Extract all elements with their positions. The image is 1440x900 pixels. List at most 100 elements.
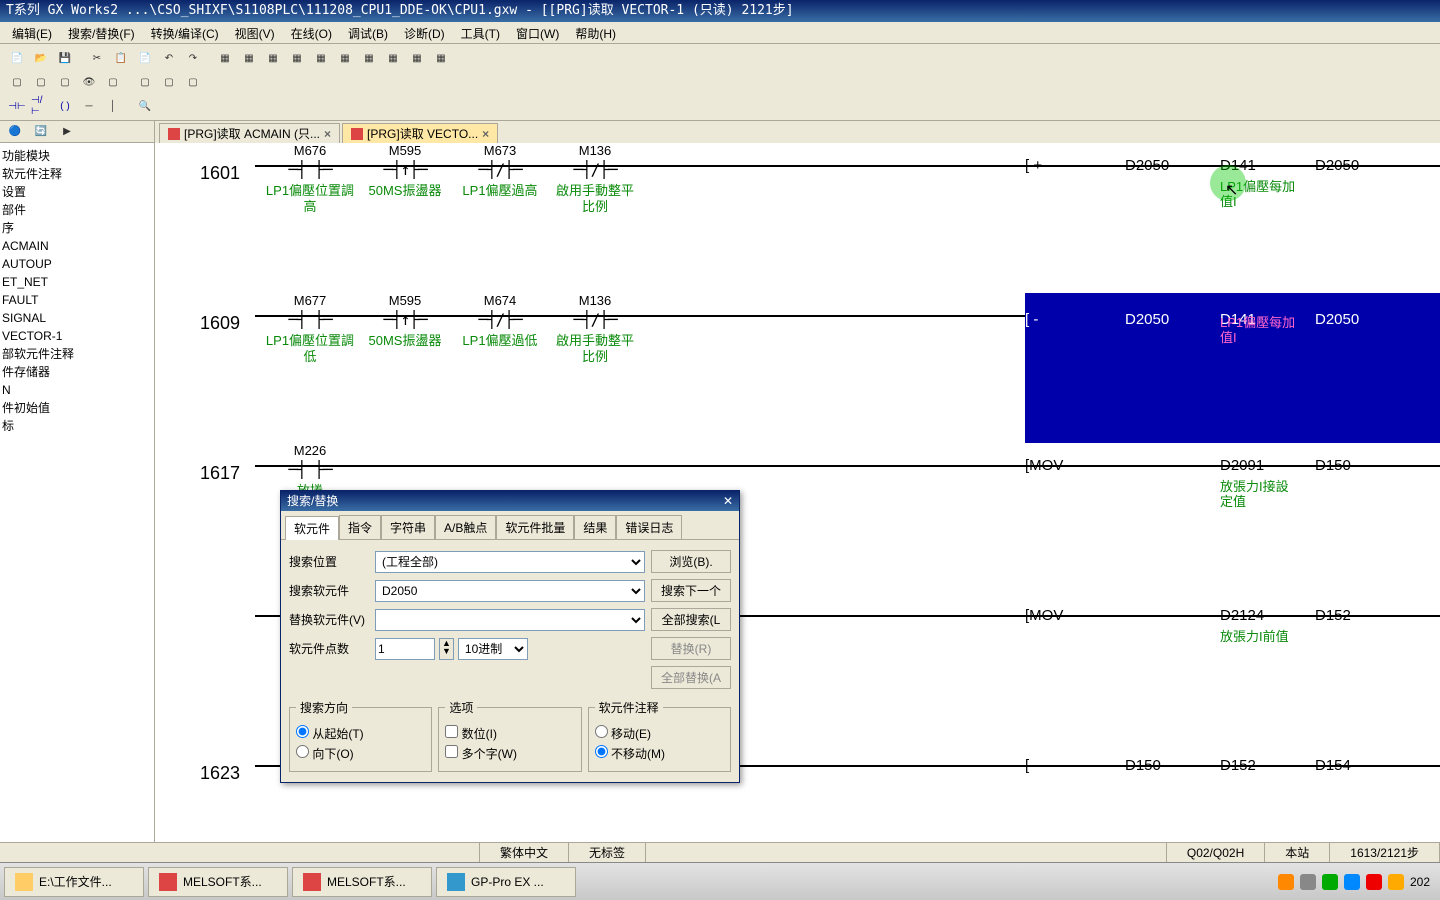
tb-icon[interactable]: ▦ [262, 48, 284, 68]
tree-item[interactable]: 部软元件注释 [2, 345, 152, 363]
taskbar-button[interactable]: E:\工作文件... [4, 867, 144, 897]
taskbar-button[interactable]: GP-Pro EX ... [436, 867, 576, 897]
tb-paste-icon[interactable]: 📄 [134, 48, 156, 68]
points-input[interactable] [375, 638, 435, 660]
tb-icon[interactable]: ▦ [214, 48, 236, 68]
ladder-contact[interactable]: M595─┤↑├─50MS振盪器 [360, 293, 450, 349]
editor-tab[interactable]: [PRG]读取 VECTO...× [342, 123, 498, 143]
tree-item[interactable]: SIGNAL [2, 309, 152, 327]
tree-item[interactable]: FAULT [2, 291, 152, 309]
tree-item[interactable]: N [2, 381, 152, 399]
menu-item[interactable]: 工具(T) [453, 22, 508, 45]
tb-icon[interactable]: ▢ [30, 72, 52, 92]
tray-icon[interactable] [1322, 874, 1338, 890]
spinner-icon[interactable]: ▲▼ [439, 638, 454, 660]
tb-copy-icon[interactable]: 📋 [110, 48, 132, 68]
tray-icon[interactable] [1344, 874, 1360, 890]
ladder-contact[interactable]: M676─┤ ├─LP1偏壓位置調高 [265, 143, 355, 215]
tb-coil-icon[interactable]: ( ) [54, 96, 76, 116]
ladder-contact[interactable]: M136─┤/├─啟用手動整平比例 [550, 143, 640, 215]
menu-item[interactable]: 搜索/替换(F) [60, 22, 143, 45]
taskbar-button[interactable]: MELSOFT系... [292, 867, 432, 897]
tb-undo-icon[interactable]: ↶ [158, 48, 180, 68]
tree-item[interactable]: ET_NET [2, 273, 152, 291]
tb-icon[interactable]: ▦ [430, 48, 452, 68]
dialog-tab[interactable]: A/B触点 [435, 515, 496, 539]
ladder-contact[interactable]: M677─┤ ├─LP1偏壓位置調低 [265, 293, 355, 365]
sidebar-tb-icon[interactable]: ▶ [56, 122, 78, 142]
sidebar-tb-icon[interactable]: 🔵 [4, 122, 26, 142]
tree-item[interactable]: 功能模块 [2, 147, 152, 165]
tb-icon[interactable]: ▢ [134, 72, 156, 92]
tb-icon[interactable]: ▦ [310, 48, 332, 68]
tree-item[interactable]: 标 [2, 417, 152, 435]
tb-icon[interactable]: ▢ [54, 72, 76, 92]
tb-contact-icon[interactable]: ⊣⊢ [6, 96, 28, 116]
dialog-tab[interactable]: 错误日志 [616, 515, 682, 539]
dir-from-start[interactable]: 从起始(T) [296, 725, 425, 742]
menu-item[interactable]: 诊断(D) [396, 22, 453, 45]
ladder-contact[interactable]: M674─┤/├─LP1偏壓過低 [455, 293, 545, 349]
ladder-contact[interactable]: M136─┤/├─啟用手動整平比例 [550, 293, 640, 365]
search-device-select[interactable]: D2050 [375, 580, 645, 602]
menu-item[interactable]: 帮助(H) [567, 22, 624, 45]
tree-item[interactable]: 件初始值 [2, 399, 152, 417]
tb-icon[interactable]: ─ [78, 96, 100, 116]
tray-icon[interactable] [1300, 874, 1316, 890]
tb-icon[interactable]: ▦ [358, 48, 380, 68]
menu-item[interactable]: 视图(V) [227, 22, 283, 45]
dialog-tab[interactable]: 字符串 [381, 515, 435, 539]
editor-tab[interactable]: [PRG]读取 ACMAIN (只...× [159, 123, 340, 143]
menu-item[interactable]: 在线(O) [283, 22, 340, 45]
tb-zoom-icon[interactable]: 🔍 [134, 96, 156, 116]
dialog-tab[interactable]: 指令 [339, 515, 381, 539]
browse-button[interactable]: 浏览(B). [651, 550, 731, 573]
tb-icon[interactable]: ▦ [238, 48, 260, 68]
radix-select[interactable]: 10进制 [458, 638, 528, 660]
menu-item[interactable]: 调试(B) [340, 22, 396, 45]
tb-icon[interactable]: ▦ [334, 48, 356, 68]
tree-item[interactable]: 设置 [2, 183, 152, 201]
tree-item[interactable]: 部件 [2, 201, 152, 219]
tb-icon[interactable]: ▦ [406, 48, 428, 68]
tree-item[interactable]: VECTOR-1 [2, 327, 152, 345]
dir-down[interactable]: 向下(O) [296, 745, 425, 762]
opt-digit[interactable]: 数位(I) [445, 725, 574, 742]
tb-cut-icon[interactable]: ✂ [86, 48, 108, 68]
replace-all-button[interactable]: 全部替换(A [651, 666, 731, 689]
opt-multi[interactable]: 多个字(W) [445, 745, 574, 762]
dialog-tab[interactable]: 软元件 [285, 516, 339, 540]
menu-item[interactable]: 转换/编译(C) [143, 22, 227, 45]
taskbar-button[interactable]: MELSOFT系... [148, 867, 288, 897]
ladder-contact[interactable]: M673─┤/├─LP1偏壓過高 [455, 143, 545, 199]
tree-item[interactable]: 序 [2, 219, 152, 237]
tb-contact-icon[interactable]: ⊣/⊢ [30, 96, 52, 116]
tree-item[interactable]: AUTOUP [2, 255, 152, 273]
cmt-nomove[interactable]: 不移动(M) [595, 745, 724, 762]
tb-icon[interactable]: │ [102, 96, 124, 116]
tb-icon[interactable]: ▦ [382, 48, 404, 68]
close-icon[interactable]: ✕ [723, 491, 733, 511]
tray-icon[interactable] [1366, 874, 1382, 890]
tb-icon[interactable]: ▢ [102, 72, 124, 92]
tray-icon[interactable] [1278, 874, 1294, 890]
ladder-output[interactable]: [ -D2050D141D2050LP1偏壓每加值I [1025, 293, 1440, 443]
tb-icon[interactable]: ▢ [158, 72, 180, 92]
dialog-tab[interactable]: 结果 [574, 515, 616, 539]
tb-open-icon[interactable]: 📂 [30, 48, 52, 68]
replace-device-select[interactable] [375, 609, 645, 631]
dialog-tab[interactable]: 软元件批量 [496, 515, 574, 539]
tree-item[interactable]: 件存储器 [2, 363, 152, 381]
sidebar-tb-icon[interactable]: 🔄 [30, 122, 52, 142]
tree-item[interactable]: 软元件注释 [2, 165, 152, 183]
tb-icon[interactable]: ▢ [182, 72, 204, 92]
replace-button[interactable]: 替换(R) [651, 637, 731, 660]
tb-redo-icon[interactable]: ↷ [182, 48, 204, 68]
cmt-move[interactable]: 移动(E) [595, 725, 724, 742]
dialog-titlebar[interactable]: 搜索/替换 ✕ [281, 491, 739, 511]
tb-icon[interactable]: 👁 [78, 72, 100, 92]
project-tree[interactable]: 功能模块软元件注释设置部件序ACMAINAUTOUPET_NETFAULTSIG… [0, 143, 154, 439]
search-all-button[interactable]: 全部搜索(L [651, 608, 731, 631]
tab-close-icon[interactable]: × [482, 127, 489, 141]
ladder-contact[interactable]: M595─┤↑├─50MS振盪器 [360, 143, 450, 199]
